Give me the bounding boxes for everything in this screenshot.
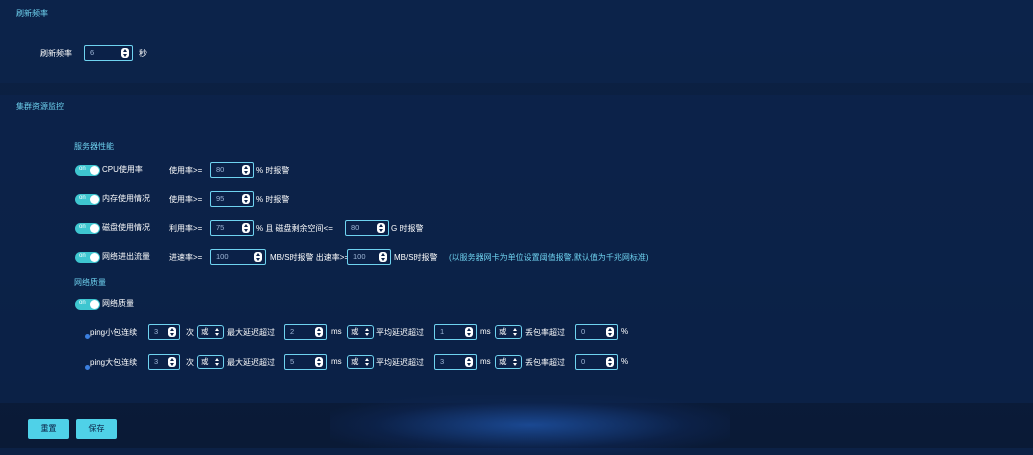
ping-small-count-unit: 次 — [186, 328, 194, 337]
ping-small-loss-input[interactable]: 0 — [575, 324, 618, 340]
ping-large-op1-select[interactable]: 或 — [197, 355, 224, 369]
ping-small-op3-select[interactable]: 或 — [495, 325, 522, 339]
save-button[interactable]: 保存 — [76, 419, 117, 439]
spinner-icon[interactable] — [315, 327, 323, 337]
spinner-icon[interactable] — [242, 165, 250, 175]
ping-small-count-input[interactable]: 3 — [148, 324, 180, 340]
net-quality-title: 网络质量 — [74, 278, 106, 287]
refresh-label: 刷新频率 — [40, 49, 72, 58]
ping-large-label: ping大包连续 — [90, 358, 138, 367]
ping-small-label: ping小包连续 — [90, 328, 138, 337]
disk-toggle[interactable]: on — [75, 223, 100, 234]
net-toggle[interactable]: on — [75, 252, 100, 263]
ping-large-ms2: ms — [480, 357, 491, 366]
disk-mid: % 且 磁盘剩余空间<= — [256, 224, 333, 233]
spinner-icon[interactable] — [254, 252, 262, 262]
cluster-section-title: 集群资源监控 — [16, 102, 64, 111]
chevron-updown-icon — [215, 358, 220, 366]
ping-small-op1-select[interactable]: 或 — [197, 325, 224, 339]
spinner-icon[interactable] — [379, 252, 387, 262]
ping-small-max-label: 最大延迟超过 — [227, 328, 275, 337]
mem-toggle[interactable]: on — [75, 194, 100, 205]
net-out-input[interactable]: 100 — [347, 249, 391, 265]
net-label: 网络进出流量 — [102, 252, 150, 261]
ping-large-avg-label: 平均延迟超过 — [376, 358, 424, 367]
cpu-threshold-input[interactable]: 80 — [210, 162, 254, 178]
net-mid: MB/S时报警 出速率>= — [270, 253, 350, 262]
ping-large-loss-label: 丢包率超过 — [525, 358, 565, 367]
net-quality-label: 网络质量 — [102, 299, 134, 308]
ping-large-count-input[interactable]: 3 — [148, 354, 180, 370]
ping-small-avg-label: 平均延迟超过 — [376, 328, 424, 337]
ping-large-avg-input[interactable]: 3 — [434, 354, 477, 370]
ping-small-ms1: ms — [331, 327, 342, 336]
ping-large-count-unit: 次 — [186, 358, 194, 367]
chevron-updown-icon — [215, 328, 220, 336]
spinner-icon[interactable] — [606, 327, 614, 337]
spinner-icon[interactable] — [465, 357, 473, 367]
cpu-prefix: 使用率>= — [169, 166, 203, 175]
spinner-icon[interactable] — [606, 357, 614, 367]
disk-usage-input[interactable]: 75 — [210, 220, 254, 236]
spinner-icon[interactable] — [242, 194, 250, 204]
net-note: (以服务器网卡为单位设置阈值报警,默认值为千兆网标准) — [449, 253, 649, 262]
spinner-icon[interactable] — [168, 357, 176, 367]
ping-large-op3-select[interactable]: 或 — [495, 355, 522, 369]
chevron-updown-icon — [513, 358, 518, 366]
ping-small-pct: % — [621, 327, 629, 336]
ping-small-op2-select[interactable]: 或 — [347, 325, 374, 339]
spinner-icon[interactable] — [315, 357, 323, 367]
net-in-prefix: 进速率>= — [169, 253, 203, 262]
disk-suffix: G 时报警 — [391, 224, 424, 233]
spinner-icon[interactable] — [242, 223, 250, 233]
chevron-updown-icon — [365, 358, 370, 366]
reset-button[interactable]: 重置 — [28, 419, 69, 439]
ping-large-max-input[interactable]: 5 — [284, 354, 327, 370]
ping-large-ms1: ms — [331, 357, 342, 366]
spinner-icon[interactable] — [121, 48, 129, 58]
disk-label: 磁盘使用情况 — [102, 223, 150, 232]
cpu-toggle[interactable]: on — [75, 165, 100, 176]
ping-large-max-label: 最大延迟超过 — [227, 358, 275, 367]
net-suffix: MB/S时报警 — [394, 253, 438, 262]
bottom-glow — [330, 395, 730, 455]
ping-large-pct: % — [621, 357, 629, 366]
mem-suffix: % 时报警 — [256, 195, 290, 204]
refresh-panel — [0, 0, 1033, 83]
cpu-label: CPU使用率 — [102, 165, 143, 174]
cpu-suffix: % 时报警 — [256, 166, 290, 175]
refresh-input[interactable]: 6 — [84, 45, 133, 61]
mem-threshold-input[interactable]: 95 — [210, 191, 254, 207]
chevron-updown-icon — [365, 328, 370, 336]
spinner-icon[interactable] — [168, 327, 176, 337]
net-in-input[interactable]: 100 — [210, 249, 266, 265]
ping-large-loss-input[interactable]: 0 — [575, 354, 618, 370]
spinner-icon[interactable] — [465, 327, 473, 337]
ping-small-loss-label: 丢包率超过 — [525, 328, 565, 337]
refresh-section-title: 刷新频率 — [16, 9, 48, 18]
mem-label: 内存使用情况 — [102, 194, 150, 203]
ping-small-ms2: ms — [480, 327, 491, 336]
disk-space-input[interactable]: 80 — [345, 220, 389, 236]
chevron-updown-icon — [513, 328, 518, 336]
spinner-icon[interactable] — [377, 223, 385, 233]
net-quality-toggle[interactable]: on — [75, 299, 100, 310]
refresh-unit: 秒 — [139, 49, 147, 58]
ping-small-max-input[interactable]: 2 — [284, 324, 327, 340]
ping-large-op2-select[interactable]: 或 — [347, 355, 374, 369]
disk-prefix: 利用率>= — [169, 224, 203, 233]
ping-small-avg-input[interactable]: 1 — [434, 324, 477, 340]
mem-prefix: 使用率>= — [169, 195, 203, 204]
server-perf-title: 服务器性能 — [74, 142, 114, 151]
